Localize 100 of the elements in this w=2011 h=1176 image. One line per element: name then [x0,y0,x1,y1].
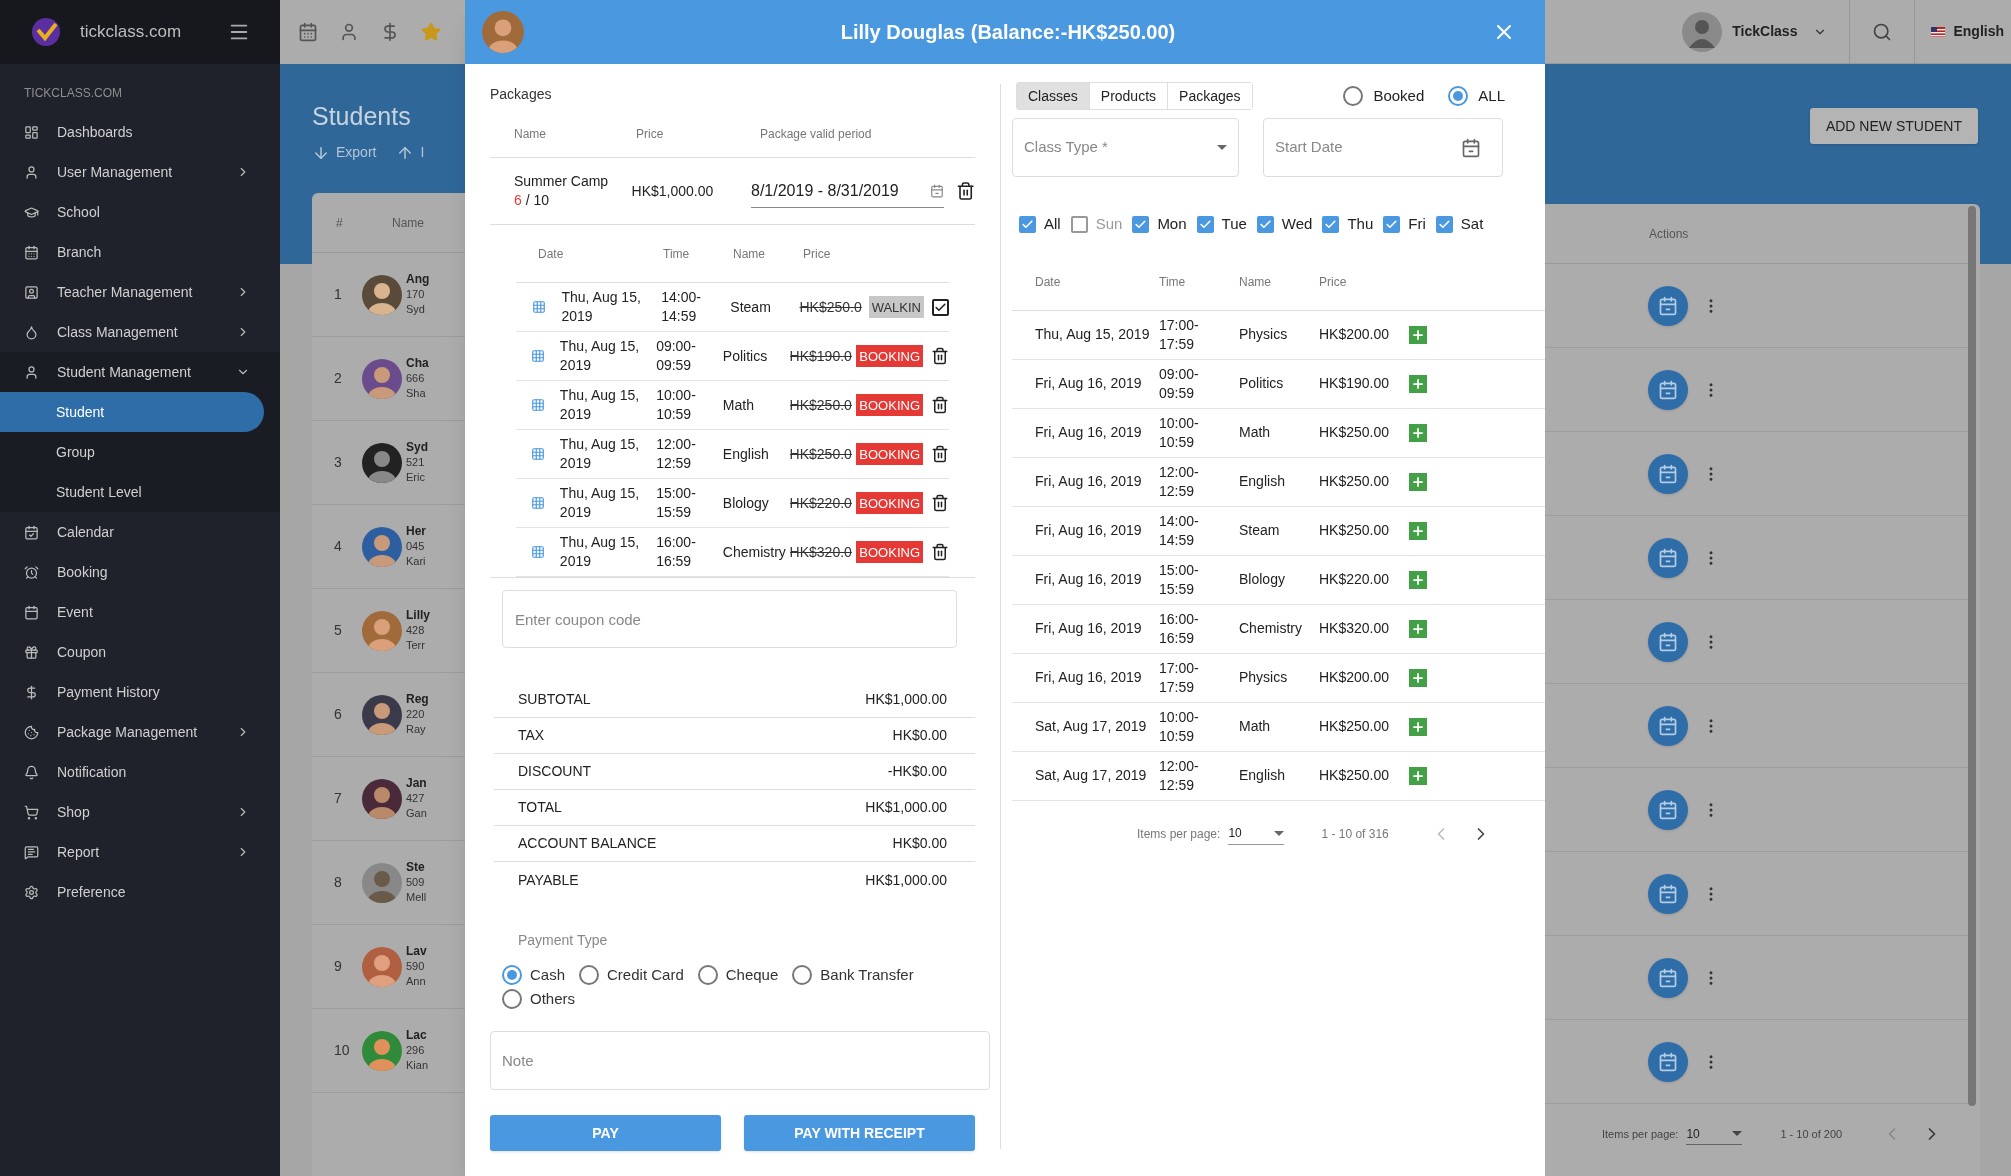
student-phone: 521 [406,455,426,470]
checkbox[interactable] [1383,215,1401,233]
sidebar-item[interactable]: Report [0,832,280,872]
sidebar-item[interactable]: Student Management [0,352,280,392]
sidebar-item[interactable]: Class Management [0,312,280,352]
checkbox[interactable] [1196,215,1214,233]
checkbox[interactable] [1019,215,1036,233]
checkbox[interactable] [1132,215,1150,233]
tab[interactable]: Packages [1167,83,1252,109]
table-cell-text: HK$250.00 [1319,423,1391,442]
calendar-icon [24,244,39,260]
add-button[interactable] [1409,766,1427,785]
class-type-select[interactable]: Class Type * [1012,118,1239,177]
tab[interactable]: Classes [1017,83,1089,109]
add-new-student-button[interactable]: ADD NEW STUDENT [1809,108,1978,144]
delete-icon[interactable] [931,494,949,512]
page-size-select[interactable]: 10 [1228,822,1285,845]
checkbox[interactable] [1322,215,1340,233]
sidebar-item[interactable]: Dashboards [0,112,280,152]
start-date-field[interactable]: Start Date [1263,118,1503,177]
sidebar-subitem[interactable]: Group [0,432,264,472]
checkbox[interactable] [932,298,949,316]
radio-button[interactable] [792,965,813,985]
status-badge: BOOKING [856,345,923,367]
delete-icon[interactable] [955,181,975,201]
student-detail: Kari [406,554,426,569]
add-button[interactable] [1409,570,1427,589]
calendar-button[interactable] [1648,621,1688,662]
add-button[interactable] [1409,717,1427,736]
calendar-button[interactable] [1648,1041,1688,1082]
sidebar-item[interactable]: Event [0,592,280,632]
calendar-button[interactable] [1648,369,1688,410]
table-cell-text: 12:00-12:59 [656,435,697,473]
checkbox-label: Thu [1347,214,1374,234]
star-icon[interactable] [421,22,441,42]
radio-button[interactable] [1448,86,1469,106]
calendar-button[interactable] [1648,537,1688,578]
column-header: Price [1319,274,1347,291]
column-header: Time [663,245,691,263]
radio-button[interactable] [502,989,522,1009]
add-button[interactable] [1409,423,1427,442]
sidebar-item[interactable]: Booking [0,552,280,592]
sidebar-item[interactable]: Preference [0,872,280,912]
radio-button[interactable] [579,965,600,985]
sidebar-item[interactable]: Payment History [0,672,280,712]
add-button[interactable] [1409,619,1427,638]
add-button[interactable] [1409,374,1427,393]
checkbox[interactable] [1435,215,1453,233]
sidebar-item[interactable]: Teacher Management [0,272,280,312]
radio-label: ALL [1478,85,1505,106]
add-button[interactable] [1409,521,1427,540]
period-field[interactable]: 8/1/2019 - 8/31/2019 [751,174,944,208]
sidebar-item[interactable]: School [0,192,280,232]
calendar-button[interactable] [1648,789,1688,830]
radio-button[interactable] [697,965,718,985]
radio-button[interactable] [1343,86,1364,106]
search-icon[interactable] [1872,21,1893,42]
checkbox[interactable] [1256,215,1274,233]
sidebar-item[interactable]: Coupon [0,632,280,672]
calendar-grid-icon [530,398,545,412]
sidebar-item[interactable]: Branch [0,232,280,272]
dialog-title: Lilly Douglas (Balance:-HK$250.00) [839,20,1177,45]
radio-button[interactable] [502,965,522,985]
note-field[interactable]: Note [490,1031,990,1090]
delete-icon[interactable] [931,543,949,561]
checkbox-label: Mon [1157,214,1187,234]
sidebar-item[interactable]: User Management [0,152,280,192]
add-button[interactable] [1409,668,1427,687]
plus-icon [1411,425,1425,440]
add-button[interactable] [1409,325,1427,344]
student-phone: 296 [406,1043,426,1058]
checkbox[interactable] [1070,215,1088,233]
status-badge: BOOKING [856,394,923,416]
calendar-icon [1658,715,1678,736]
calendar-button[interactable] [1648,705,1688,746]
delete-icon[interactable] [931,347,949,365]
sidebar-item[interactable]: Notification [0,752,280,792]
calendar-button[interactable] [1648,957,1688,998]
calendar-button[interactable] [1648,453,1688,494]
sidebar-item[interactable]: Calendar [0,512,280,552]
user-name[interactable]: TickClass [1732,21,1798,42]
scrollbar[interactable] [1968,206,1976,1106]
person-icon[interactable] [339,22,359,42]
coupon-field[interactable]: Enter coupon code [502,590,957,648]
section-title: Packages [490,85,553,104]
table-cell-text: 1 [333,285,343,304]
student-name: Her [406,524,426,539]
calendar-button[interactable] [1648,873,1688,914]
language-selector[interactable]: English [1953,21,2004,42]
page-size-select[interactable]: 10 [1686,1123,1743,1145]
calendar-button[interactable] [1648,285,1688,326]
sidebar-item[interactable]: Package Management [0,712,280,752]
delete-icon[interactable] [931,445,949,463]
sidebar-subitem[interactable]: Student [0,392,264,432]
delete-icon[interactable] [931,396,949,414]
student-phone: 170 [406,287,426,302]
calendar-icon[interactable] [298,22,318,42]
add-button[interactable] [1409,472,1427,491]
sidebar-item[interactable]: Shop [0,792,280,832]
sidebar-subitem[interactable]: Student Level [0,472,264,512]
